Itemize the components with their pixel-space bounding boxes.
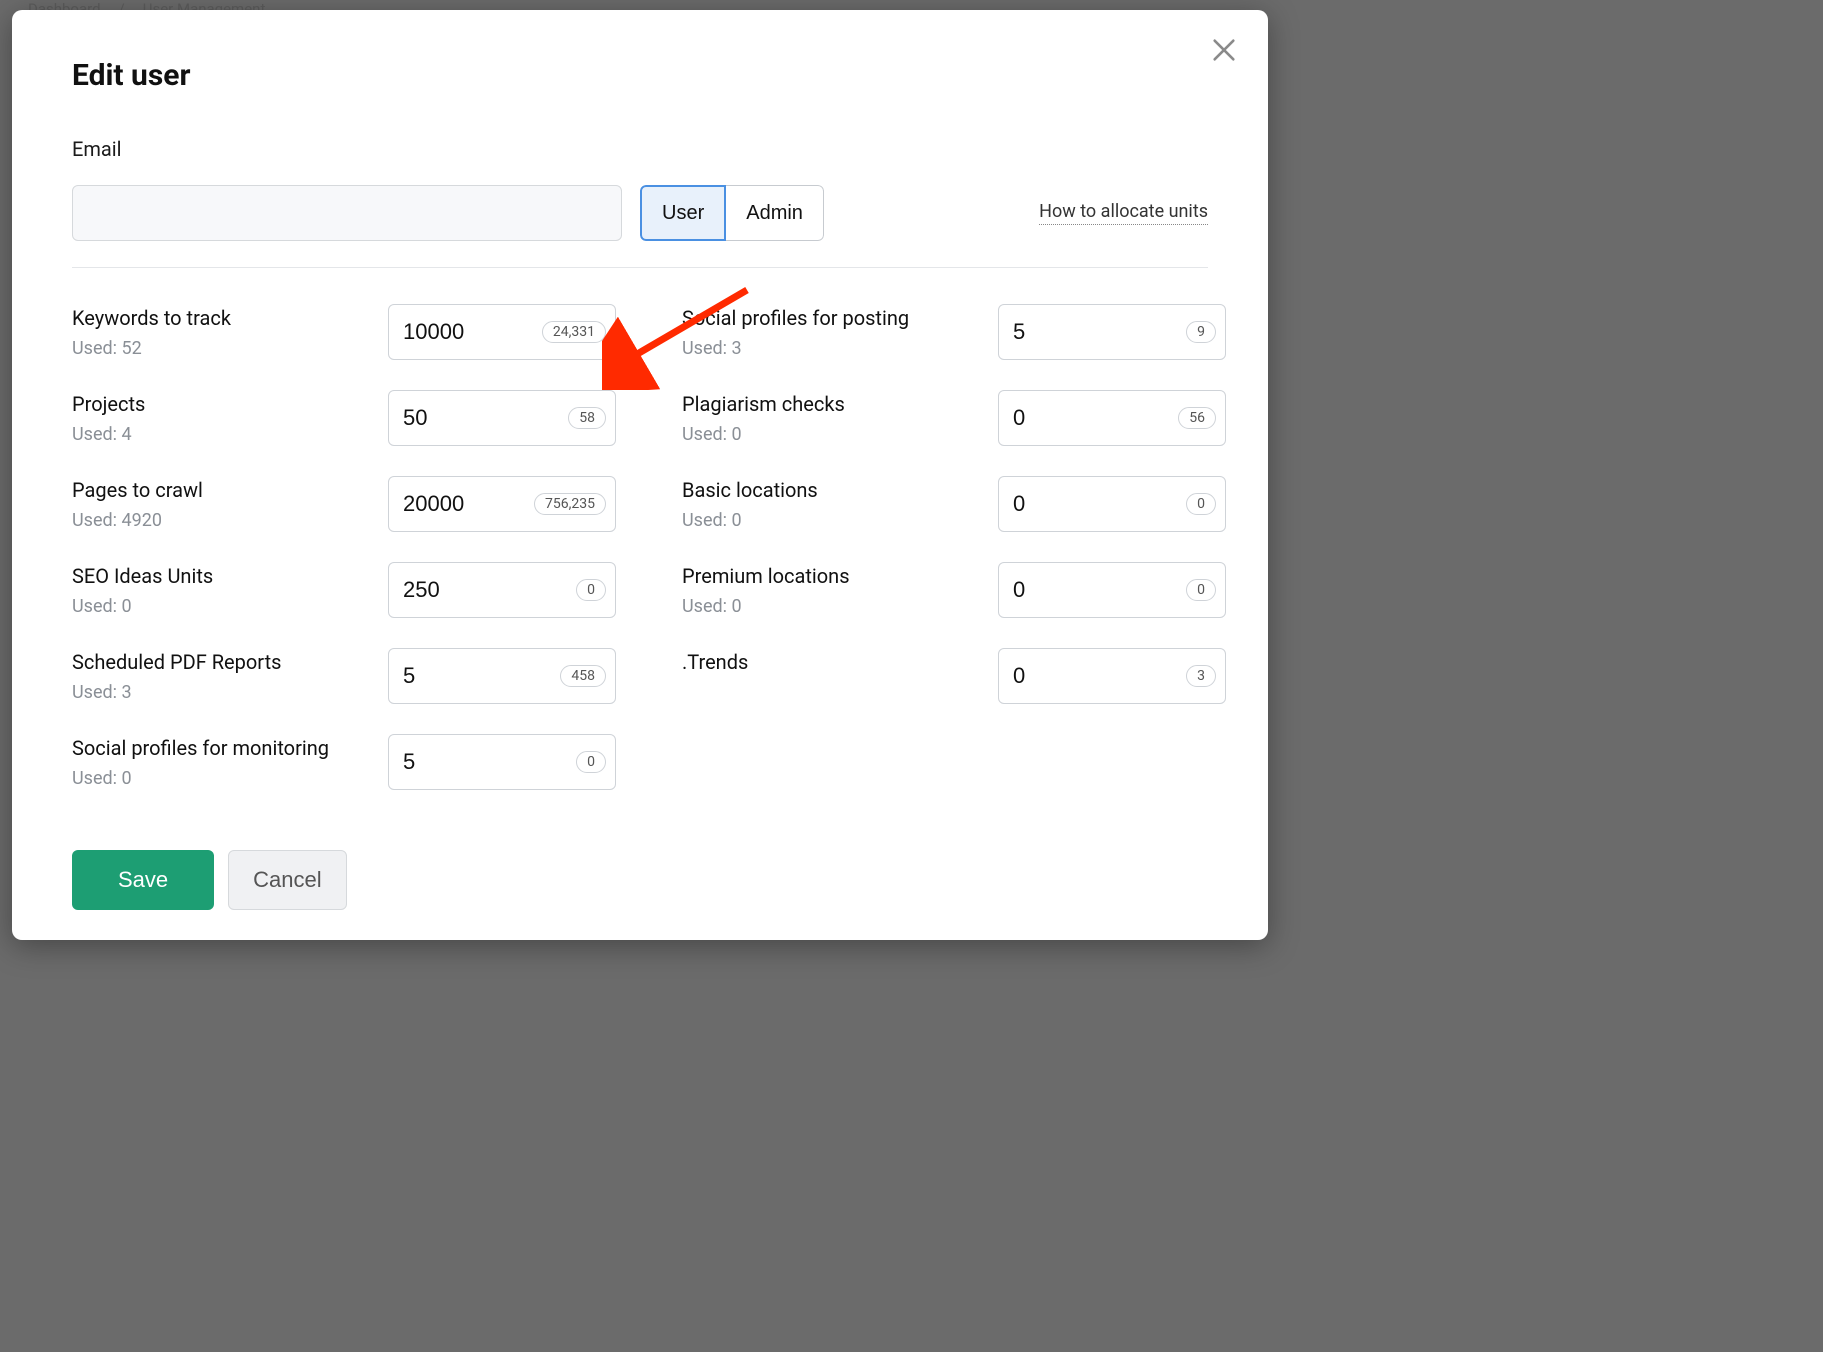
edit-user-modal: Edit user Email User Admin How to alloca…: [12, 10, 1268, 940]
limit-available-badge: 0: [576, 751, 606, 773]
limit-used: Used: 52: [72, 338, 372, 359]
limit-available-badge: 9: [1186, 321, 1216, 343]
limit-pages-to-crawl: Pages to crawl Used: 4920 756,235: [72, 476, 616, 532]
role-toggle: User Admin: [640, 185, 824, 241]
limit-premium-locations: Premium locations Used: 0 0: [682, 562, 1226, 618]
limit-available-badge: 58: [568, 407, 606, 429]
close-icon: [1210, 36, 1238, 64]
limit-keywords-to-track: Keywords to track Used: 52 24,331: [72, 304, 616, 360]
limit-label: .Trends: [682, 648, 982, 676]
limit-available-badge: 0: [576, 579, 606, 601]
limit-label: Premium locations: [682, 562, 982, 590]
limit-trends: .Trends 3: [682, 648, 1226, 704]
limit-available-badge: 458: [560, 665, 606, 687]
limit-used: Used: 0: [72, 596, 372, 617]
limit-available-badge: 756,235: [534, 493, 606, 515]
limit-used: Used: 0: [682, 510, 982, 531]
limit-available-badge: 56: [1178, 407, 1216, 429]
limit-label: Pages to crawl: [72, 476, 372, 504]
limit-label: Social profiles for monitoring: [72, 734, 372, 762]
footer-actions: Save Cancel: [72, 850, 1208, 910]
limit-available-badge: 24,331: [542, 321, 606, 343]
limit-available-badge: 0: [1186, 579, 1216, 601]
limit-plagiarism-checks: Plagiarism checks Used: 0 56: [682, 390, 1226, 446]
limit-available-badge: 3: [1186, 665, 1216, 687]
limit-seo-ideas-units: SEO Ideas Units Used: 0 0: [72, 562, 616, 618]
save-button[interactable]: Save: [72, 850, 214, 910]
limit-label: Scheduled PDF Reports: [72, 648, 372, 676]
role-admin-button[interactable]: Admin: [726, 185, 824, 241]
email-input[interactable]: [72, 185, 622, 241]
limit-label: Plagiarism checks: [682, 390, 982, 418]
limit-used: Used: 0: [682, 424, 982, 445]
limit-label: Basic locations: [682, 476, 982, 504]
limit-used: Used: 3: [682, 338, 982, 359]
limit-used: Used: 3: [72, 682, 372, 703]
limit-social-profiles-monitoring: Social profiles for monitoring Used: 0 0: [72, 734, 616, 790]
divider: [72, 267, 1208, 268]
limit-available-badge: 0: [1186, 493, 1216, 515]
limit-social-profiles-posting: Social profiles for posting Used: 3 9: [682, 304, 1226, 360]
limit-label: Social profiles for posting: [682, 304, 982, 332]
limit-used: Used: 4: [72, 424, 372, 445]
close-button[interactable]: [1210, 36, 1238, 64]
limit-scheduled-pdf-reports: Scheduled PDF Reports Used: 3 458: [72, 648, 616, 704]
cancel-button[interactable]: Cancel: [228, 850, 346, 910]
limit-label: Projects: [72, 390, 372, 418]
limit-projects: Projects Used: 4 58: [72, 390, 616, 446]
limit-basic-locations: Basic locations Used: 0 0: [682, 476, 1226, 532]
limit-used: Used: 0: [72, 768, 372, 789]
limit-label: Keywords to track: [72, 304, 372, 332]
limit-label: SEO Ideas Units: [72, 562, 372, 590]
limit-used: Used: 4920: [72, 510, 372, 531]
help-link[interactable]: How to allocate units: [1039, 201, 1208, 225]
limit-used: Used: 0: [682, 596, 982, 617]
modal-title: Edit user: [72, 58, 1208, 93]
email-label: Email: [72, 137, 1208, 161]
role-user-button[interactable]: User: [640, 185, 726, 241]
limits-grid: Keywords to track Used: 52 24,331 Social…: [72, 304, 1208, 790]
